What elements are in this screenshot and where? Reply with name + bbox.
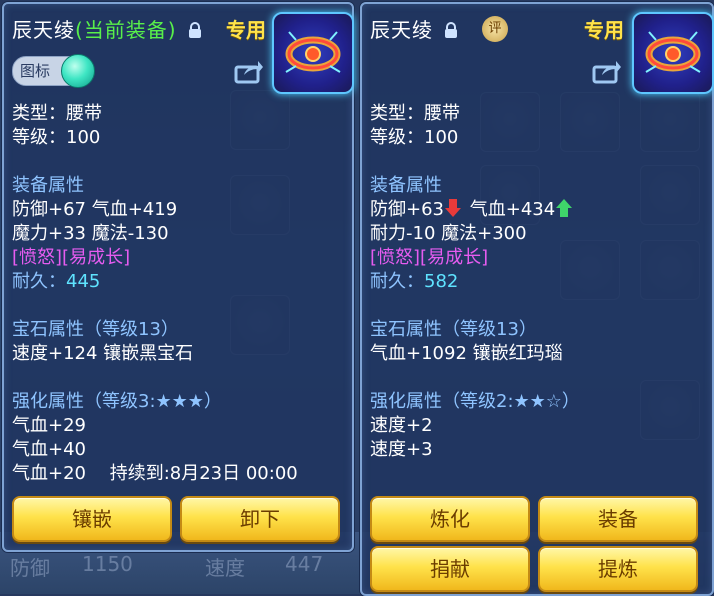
equip-attr-line: 耐力-10 魔法+300 [370, 223, 527, 244]
equip-attr-header: 装备属性 [370, 175, 442, 196]
item-level: 等级：100 [12, 127, 101, 148]
enhance-attr-line: 气血+20 持续到:8月23日 00:00 [12, 463, 298, 484]
down-arrow-icon [445, 199, 461, 217]
bg-stat-value: 1150 [82, 552, 133, 576]
durability-label: 耐久： [370, 271, 424, 292]
durability: 耐久：582 [370, 270, 458, 294]
equipped-status: (当前装备) [75, 18, 177, 42]
extract-button[interactable]: 提炼 [538, 546, 698, 592]
gem-attr-header: 宝石属性（等级13） [12, 319, 179, 340]
item-title: 辰天绫 [370, 14, 458, 43]
enhance-attr-line: 速度+2 [370, 415, 433, 436]
item-name: 辰天绫 [370, 18, 433, 42]
equip-button[interactable]: 装备 [538, 496, 698, 542]
gem-attr-line: 气血+1092 镶嵌红玛瑙 [370, 343, 563, 364]
durability-label: 耐久： [12, 271, 66, 292]
enhance-attr-line: 速度+3 [370, 439, 433, 460]
equip-attr-line: 魔力+33 魔法-130 [12, 223, 169, 244]
bg-stat-label: 防御 [10, 556, 50, 580]
bg-stat-label: 速度 [205, 556, 245, 580]
belt-item-icon[interactable] [632, 12, 714, 94]
item-tags: [愤怒][易成长] [370, 247, 489, 268]
item-tags: [愤怒][易成长] [12, 247, 131, 268]
gem-attr-line: 速度+124 镶嵌黑宝石 [12, 343, 194, 364]
lock-icon [188, 21, 201, 38]
durability: 耐久：445 [12, 270, 100, 294]
durability-value: 582 [424, 271, 459, 292]
item-name: 辰天绫 [12, 18, 75, 42]
item-level: 等级：100 [370, 127, 459, 148]
icon-toggle[interactable]: 图标 [12, 54, 95, 88]
donate-button[interactable]: 捐献 [370, 546, 530, 592]
item-type: 类型：腰带 [370, 103, 460, 124]
toggle-knob [61, 54, 95, 88]
exclusive-label: 专用 [226, 18, 266, 42]
enhance-attr-header: 强化属性（等级2:★★☆） [370, 391, 580, 412]
exclusive-label: 专用 [584, 18, 624, 42]
defense-stat: 防御+63 [370, 199, 444, 220]
item-title: 辰天绫(当前装备) [12, 14, 202, 43]
hp-stat: 气血+434 [469, 199, 556, 220]
toggle-label: 图标 [20, 62, 51, 80]
equipped-item-tooltip: 辰天绫(当前装备) 专用 图标 类型：腰带 等级：100 装备属性 防御+67 … [2, 2, 354, 552]
lock-icon [445, 21, 458, 38]
unequip-button[interactable]: 卸下 [180, 496, 340, 542]
evaluate-icon[interactable]: 评 [482, 16, 508, 42]
equip-attr-line: 防御+67 气血+419 [12, 199, 178, 220]
equip-attr-header: 装备属性 [12, 175, 84, 196]
bg-stat-value: 447 [285, 552, 324, 576]
inlay-button[interactable]: 镶嵌 [12, 496, 172, 542]
enhance-attr-header: 强化属性（等级3:★★★） [12, 391, 222, 412]
refine-button[interactable]: 炼化 [370, 496, 530, 542]
item-type: 类型：腰带 [12, 103, 102, 124]
share-icon[interactable] [234, 58, 264, 84]
share-icon[interactable] [592, 58, 622, 84]
belt-item-icon[interactable] [272, 12, 354, 94]
durability-value: 445 [66, 271, 101, 292]
equip-attr-line: 防御+63 气血+434 [370, 198, 575, 222]
gem-attr-header: 宝石属性（等级13） [370, 319, 537, 340]
up-arrow-icon [556, 199, 573, 217]
enhance-attr-line: 气血+40 [12, 439, 86, 460]
enhance-attr-line: 气血+29 [12, 415, 86, 436]
compare-item-tooltip: 辰天绫 评 专用 类型：腰带 等级：100 装备属性 防御+63 气血+434 … [360, 2, 714, 596]
